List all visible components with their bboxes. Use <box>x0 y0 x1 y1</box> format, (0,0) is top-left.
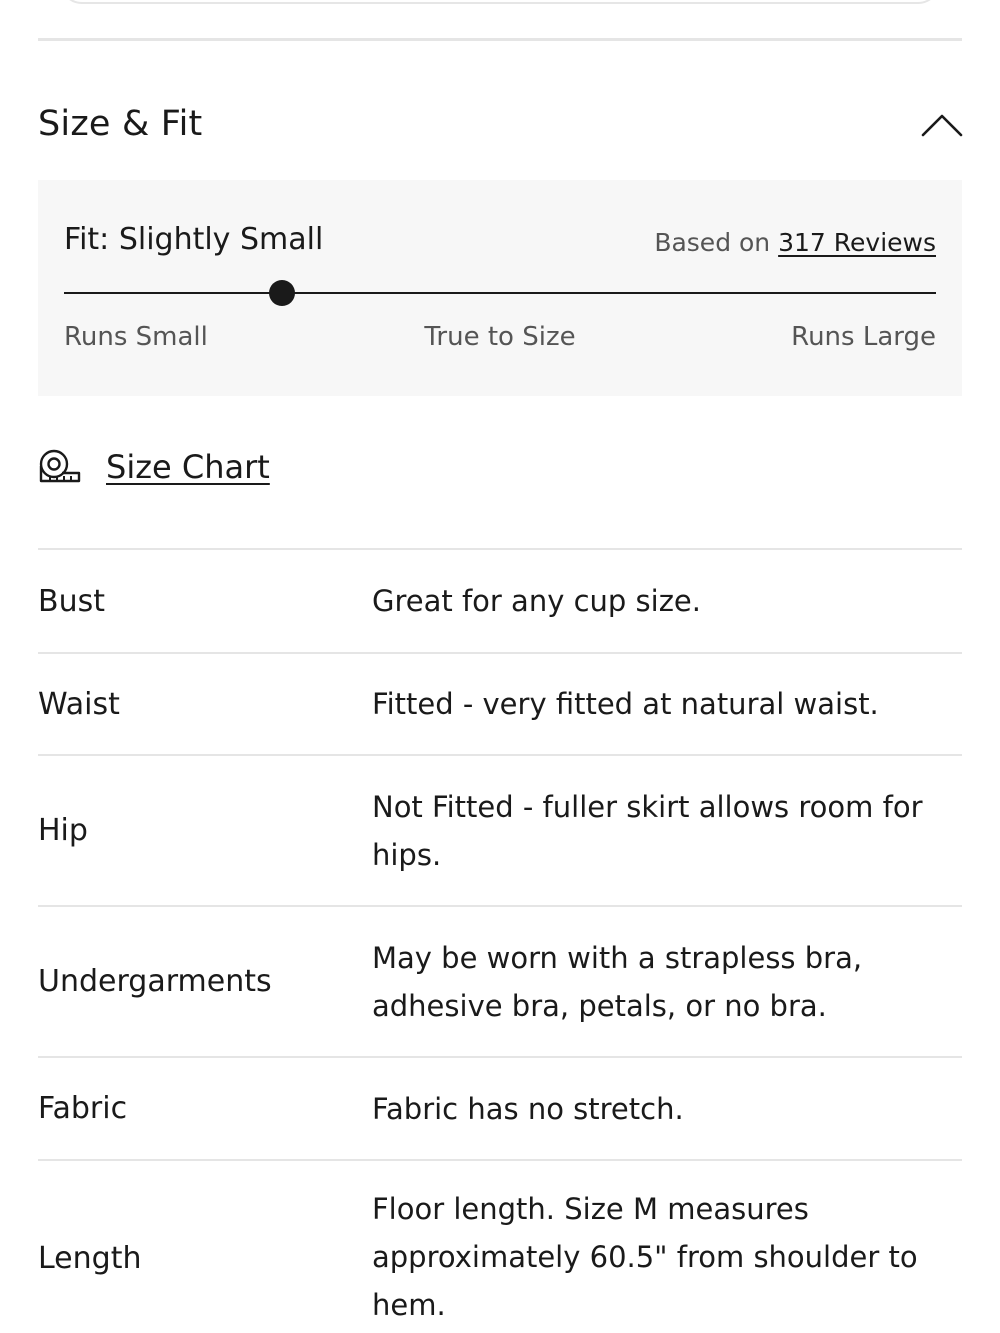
row-label: Hip <box>38 813 88 848</box>
row-label: Fabric <box>38 1091 128 1126</box>
row-value: Fitted - very fitted at natural waist. <box>372 687 879 721</box>
size-fit-accordion-header[interactable]: Size & Fit <box>38 96 964 152</box>
chevron-up-icon[interactable] <box>920 102 964 146</box>
row-label: Waist <box>38 686 120 722</box>
size-chart-link[interactable]: Size Chart <box>38 448 270 486</box>
reviews-link[interactable]: 317 Reviews <box>778 228 936 257</box>
row-value: Not Fitted - fuller skirt allows room fo… <box>372 789 923 872</box>
row-label: Bust <box>38 583 105 619</box>
scale-runs-large: Runs Large <box>791 322 936 352</box>
measuring-tape-icon <box>38 449 82 485</box>
section-title: Size & Fit <box>38 104 203 144</box>
size-chart-label: Size Chart <box>106 448 270 486</box>
row-value: Great for any cup size. <box>372 584 701 618</box>
fit-row-hip: Hip Not Fitted - fuller skirt allows roo… <box>38 754 962 905</box>
row-value: Fabric has no stretch. <box>372 1091 684 1126</box>
section-divider <box>38 38 962 41</box>
previous-section-card <box>60 0 940 4</box>
fit-row-waist: Waist Fitted - very fitted at natural wa… <box>38 652 962 754</box>
fit-reviews: Based on 317 Reviews <box>654 228 936 257</box>
fit-rating-panel: Fit: Slightly Small Based on 317 Reviews… <box>38 180 962 396</box>
fit-label: Fit: Slightly Small <box>64 222 324 257</box>
row-value: Floor length. Size M measures approximat… <box>372 1192 918 1322</box>
reviews-prefix: Based on <box>654 228 771 257</box>
size-fit-page: Size & Fit Fit: Slightly Small Based on … <box>0 0 1000 1333</box>
fit-indicator-dot <box>269 280 295 306</box>
fit-row-length: Length Floor length. Size M measures app… <box>38 1159 962 1331</box>
fit-row-fabric: Fabric Fabric has no stretch. <box>38 1056 962 1159</box>
row-value: May be worn with a strapless bra, adhesi… <box>372 940 863 1023</box>
fit-scale-track <box>64 292 936 294</box>
fit-details-table: Bust Great for any cup size. Waist Fitte… <box>38 548 962 1331</box>
row-label: Undergarments <box>38 964 272 999</box>
fit-row-bust: Bust Great for any cup size. <box>38 548 962 652</box>
row-label: Length <box>38 1241 142 1276</box>
fit-row-undergarments: Undergarments May be worn with a straple… <box>38 905 962 1056</box>
